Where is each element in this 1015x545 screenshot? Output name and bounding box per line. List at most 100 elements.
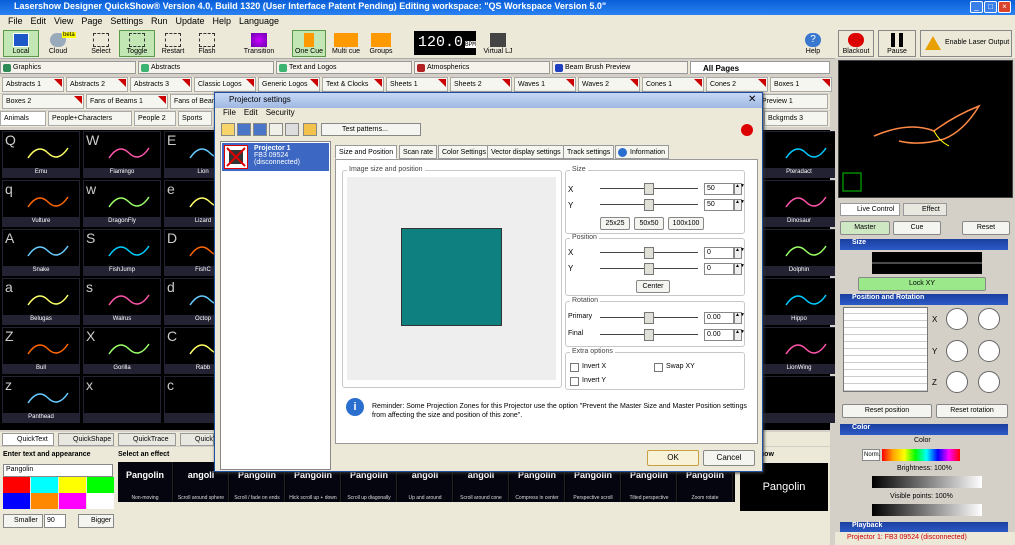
- category-tab[interactable]: People+Characters: [48, 111, 132, 126]
- category-tab[interactable]: Waves 1: [514, 77, 576, 92]
- size-y-slider[interactable]: [600, 199, 698, 211]
- flash-button[interactable]: Flash: [192, 30, 222, 57]
- reset-button[interactable]: Reset: [962, 221, 1010, 235]
- position-x-slider[interactable]: [600, 247, 698, 259]
- tab-track-settings[interactable]: Track settings: [563, 145, 615, 159]
- cancel-button[interactable]: Cancel: [703, 450, 755, 466]
- menu-settings[interactable]: Settings: [106, 15, 147, 27]
- page-tab-text-and-logos[interactable]: Text and Logos: [276, 61, 412, 74]
- cue-cell[interactable]: w DragonFly: [83, 180, 161, 227]
- cue-cell[interactable]: Q Emu: [2, 131, 80, 178]
- cue-cell[interactable]: Dinosaur: [760, 180, 838, 227]
- category-tab[interactable]: Waves 2: [578, 77, 640, 92]
- tab-quicktext[interactable]: QuickText: [2, 433, 54, 446]
- invert-x-checkbox[interactable]: Invert X: [570, 363, 606, 372]
- select-button[interactable]: Select: [86, 30, 116, 57]
- primary-rotation-input[interactable]: 0.00: [704, 312, 734, 324]
- rotation-knob-x1[interactable]: [946, 308, 968, 330]
- menu-help[interactable]: Help: [209, 15, 236, 27]
- tab-effect[interactable]: Effect: [903, 203, 947, 216]
- master-button[interactable]: Master: [840, 221, 890, 235]
- category-tab[interactable]: Sheets 1: [386, 77, 448, 92]
- tab-live-control[interactable]: Live Control: [840, 203, 900, 216]
- page-tab-all-pages[interactable]: All Pages: [690, 61, 830, 74]
- menu-edit[interactable]: Edit: [27, 15, 51, 27]
- position-y-slider[interactable]: [600, 263, 698, 275]
- category-tab[interactable]: Preview 1: [758, 94, 828, 109]
- reset-rotation-button[interactable]: Reset rotation: [936, 404, 1008, 418]
- groups-button[interactable]: Groups: [366, 30, 396, 57]
- copy-icon[interactable]: [269, 123, 283, 136]
- cue-cell[interactable]: [760, 376, 838, 423]
- tab-quickshape[interactable]: QuickShape: [58, 433, 114, 446]
- transition-button[interactable]: Transition: [240, 30, 278, 57]
- position-pad[interactable]: [843, 307, 928, 392]
- rotation-knob-y1[interactable]: [946, 340, 968, 362]
- position-x-input[interactable]: 0: [704, 247, 734, 259]
- cue-cell[interactable]: Dolphin: [760, 229, 838, 276]
- tab-information[interactable]: Information: [615, 145, 670, 159]
- undo-icon[interactable]: [303, 123, 317, 136]
- category-tab[interactable]: Fans of Beams 1: [86, 94, 168, 109]
- menu-language[interactable]: Language: [235, 15, 283, 27]
- size-x-input[interactable]: 50: [704, 183, 734, 195]
- page-tab-abstracts[interactable]: Abstracts: [138, 61, 274, 74]
- quicktext-input[interactable]: Pangolin: [3, 464, 113, 477]
- category-tab[interactable]: Animals: [0, 111, 46, 126]
- blackout-button[interactable]: Blackout: [838, 30, 874, 57]
- virtual-lj-button[interactable]: Virtual LJ: [480, 30, 516, 57]
- pause-button[interactable]: Pause: [878, 30, 916, 57]
- swatch-magenta[interactable]: [59, 493, 86, 509]
- cue-cell[interactable]: q Vulture: [2, 180, 80, 227]
- page-tab-graphics[interactable]: Graphics: [0, 61, 136, 74]
- size-100-button[interactable]: 100x100: [668, 217, 704, 230]
- lock-xy-button[interactable]: Lock XY: [858, 277, 986, 291]
- final-rotation-spinner[interactable]: ▲▼: [734, 329, 745, 341]
- menu-run[interactable]: Run: [147, 15, 172, 27]
- tab-quicktrace[interactable]: QuickTrace: [118, 433, 176, 446]
- category-tab[interactable]: Sports: [178, 111, 212, 126]
- brightness-slider[interactable]: [872, 476, 982, 488]
- save-icon[interactable]: [237, 123, 251, 136]
- projection-zone-box[interactable]: [401, 228, 502, 326]
- category-tab[interactable]: Text & Clocks: [322, 77, 384, 92]
- reset-position-button[interactable]: Reset position: [842, 404, 932, 418]
- category-tab[interactable]: Classic Logos: [194, 77, 256, 92]
- category-tab[interactable]: Cones 2: [706, 77, 768, 92]
- local-button[interactable]: Local: [3, 30, 39, 57]
- size-input[interactable]: 90: [44, 514, 66, 528]
- size-x-slider[interactable]: [600, 183, 698, 195]
- primary-rotation-slider[interactable]: [600, 312, 698, 324]
- rotation-knob-z2[interactable]: [978, 371, 1000, 393]
- cue-cell[interactable]: z Panthead: [2, 376, 80, 423]
- projector-list-item[interactable]: Projector 1 FB3 09524 (disconnected): [222, 143, 329, 171]
- category-tab[interactable]: Boxes 1: [770, 77, 832, 92]
- rotation-knob-x2[interactable]: [978, 308, 1000, 330]
- size-50-button[interactable]: 50x50: [634, 217, 664, 230]
- page-tab-beam-brush-preview[interactable]: Beam Brush Preview: [552, 61, 688, 74]
- paste-icon[interactable]: [285, 123, 299, 136]
- rotation-knob-y2[interactable]: [978, 340, 1000, 362]
- category-tab[interactable]: Sheets 2: [450, 77, 512, 92]
- toggle-button[interactable]: Toggle: [119, 30, 155, 57]
- category-tab[interactable]: Bckgrnds 3: [764, 111, 828, 126]
- cue-cell[interactable]: Pteradact: [760, 131, 838, 178]
- help-button[interactable]: ? Help: [798, 30, 828, 57]
- menu-view[interactable]: View: [50, 15, 77, 27]
- enable-laser-output-button[interactable]: Enable Laser Output: [920, 30, 1012, 57]
- effect-thumbnail[interactable]: Pangolin Non-moving: [118, 462, 173, 502]
- final-rotation-input[interactable]: 0.00: [704, 329, 734, 341]
- maximize-button[interactable]: □: [984, 1, 997, 13]
- cue-cell[interactable]: x: [83, 376, 161, 423]
- swatch-cyan[interactable]: [31, 477, 58, 493]
- cue-cell[interactable]: LionWing: [760, 327, 838, 374]
- swatch-green[interactable]: [87, 477, 114, 493]
- size-y-input[interactable]: 50: [704, 199, 734, 211]
- bigger-button[interactable]: Bigger: [78, 514, 114, 528]
- category-tab[interactable]: Cones 1: [642, 77, 704, 92]
- primary-rotation-spinner[interactable]: ▲▼: [734, 312, 745, 324]
- save-all-icon[interactable]: [253, 123, 267, 136]
- menu-page[interactable]: Page: [77, 15, 106, 27]
- swatch-orange[interactable]: [31, 493, 58, 509]
- final-rotation-slider[interactable]: [600, 329, 698, 341]
